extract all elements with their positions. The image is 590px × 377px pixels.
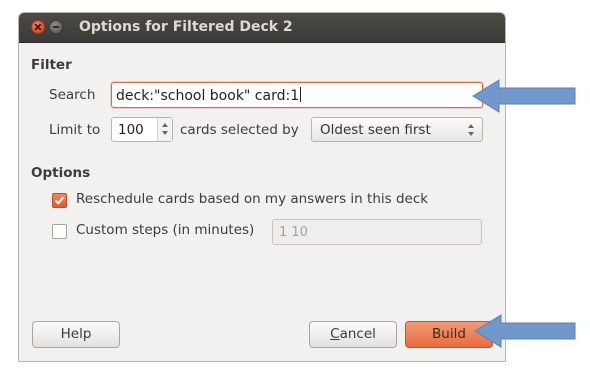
spin-down-icon[interactable]: [162, 131, 168, 135]
help-button[interactable]: Help: [32, 321, 120, 348]
order-select[interactable]: Oldest seen first: [311, 117, 483, 142]
limit-label: Limit to: [49, 122, 101, 138]
combo-arrows-icon: [468, 124, 474, 136]
filter-section-label: Filter: [31, 57, 72, 73]
custom-steps-checkbox[interactable]: [52, 224, 67, 239]
order-select-value: Oldest seen first: [320, 122, 431, 138]
cancel-button[interactable]: Cancel: [309, 321, 397, 348]
arrow-left-icon: [474, 314, 576, 348]
spin-up-icon[interactable]: [162, 123, 168, 127]
dialog-window: Options for Filtered Deck 2 Filter Searc…: [18, 12, 506, 362]
limit-spinner[interactable]: 100: [111, 117, 173, 142]
search-label: Search: [49, 87, 96, 103]
search-input[interactable]: deck:"school book" card:1: [111, 82, 483, 108]
arrow-left-icon: [472, 79, 576, 113]
close-icon[interactable]: [31, 20, 45, 34]
custom-steps-label[interactable]: Custom steps (in minutes): [76, 222, 254, 238]
cancel-label-rest: ancel: [339, 326, 376, 342]
search-input-value: deck:"school book" card:1: [116, 87, 302, 104]
custom-steps-input: 1 10: [272, 219, 482, 245]
minimize-icon[interactable]: [49, 20, 63, 34]
reschedule-label[interactable]: Reschedule cards based on my answers in …: [76, 191, 428, 207]
cancel-mnemonic: C: [330, 326, 340, 342]
spinner-arrows[interactable]: [157, 118, 172, 141]
cards-selected-by-label: cards selected by: [180, 122, 299, 138]
title-bar: Options for Filtered Deck 2: [19, 13, 505, 43]
window-title: Options for Filtered Deck 2: [79, 19, 293, 35]
checkmark-icon: [54, 196, 65, 205]
limit-value: 100: [118, 122, 144, 138]
options-section-label: Options: [31, 165, 91, 181]
reschedule-checkbox[interactable]: [52, 193, 67, 208]
custom-steps-value: 1 10: [279, 225, 308, 240]
